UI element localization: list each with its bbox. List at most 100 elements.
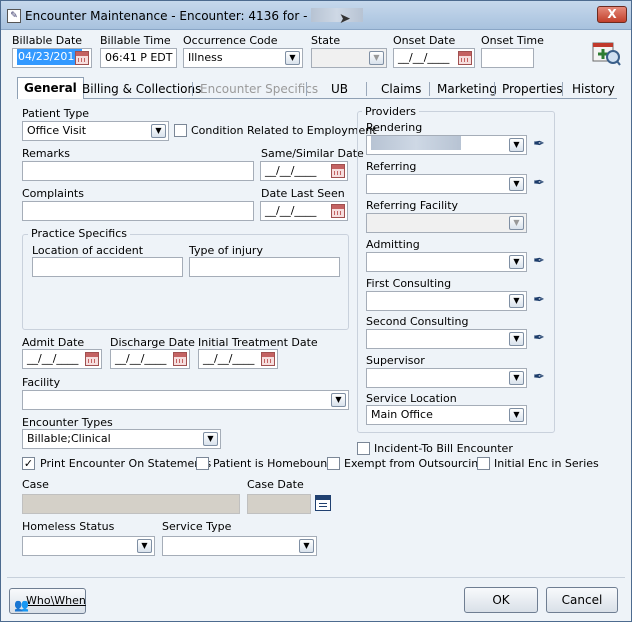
tab-encounter-specifics: Encounter Specifics [200,82,319,96]
service-location-value: Main Office [371,408,433,421]
billable-date-label: Billable Date [12,34,83,47]
practice-specifics-title: Practice Specifics [28,227,130,240]
title-bar: ✎ Encounter Maintenance - Encounter: 413… [1,1,631,30]
onset-time-input[interactable] [481,48,534,68]
print-on-statements-label: Print Encounter On Statements [40,457,212,470]
case-date-label: Case Date [247,478,304,491]
tab-general[interactable]: General [17,77,84,99]
case-date-input [247,494,311,514]
redacted-patient-name [311,8,364,22]
encounter-types-select[interactable]: Billable;Clinical ▼ [22,429,221,449]
admitting-select[interactable]: ▼ [366,252,527,272]
mouse-cursor-icon: ➤ [339,11,351,27]
onset-date-input[interactable]: __/__/____ [393,48,475,68]
discharge-date-calendar-icon[interactable] [173,352,187,366]
onset-date-value: __/__/____ [398,51,450,64]
second-consulting-label: Second Consulting [366,315,469,328]
referring-select[interactable]: ▼ [366,174,527,194]
billable-date-input[interactable]: 04/23/2012 [12,48,92,68]
print-on-statements-checkbox[interactable]: ✓ [22,457,35,470]
who-when-button[interactable]: 👥 Who\When [9,588,86,614]
supervisor-select[interactable]: ▼ [366,368,527,388]
first-consulting-label: First Consulting [366,277,452,290]
first-consulting-eyedropper-icon[interactable]: ✒ [530,291,548,309]
incident-to-checkbox[interactable] [357,442,370,455]
close-button[interactable]: X [597,6,627,23]
tab-claims[interactable]: Claims [381,79,421,99]
exempt-outsourcing-label: Exempt from Outsourcing [344,457,486,470]
remarks-input[interactable] [22,161,254,181]
same-similar-date-input[interactable]: __/__/____ [260,161,348,181]
service-location-select[interactable]: Main Office ▼ [366,405,527,425]
providers-title: Providers [362,105,420,118]
condition-employment-checkbox[interactable] [174,124,187,137]
chevron-down-icon[interactable]: ▼ [509,371,524,385]
chevron-down-icon[interactable]: ▼ [299,539,314,553]
window-title: Encounter Maintenance - Encounter: 4136 … [25,9,308,23]
first-consulting-select[interactable]: ▼ [366,291,527,311]
admitting-label: Admitting [366,238,420,251]
initial-treatment-date-input[interactable]: __/__/____ [198,349,278,369]
cancel-button[interactable]: Cancel [546,587,618,613]
chevron-down-icon[interactable]: ▼ [137,539,152,553]
onset-date-calendar-icon[interactable] [458,51,472,65]
date-last-seen-calendar-icon[interactable] [331,204,345,218]
chevron-down-icon[interactable]: ▼ [509,138,524,152]
date-last-seen-label: Date Last Seen [261,187,345,200]
referring-eyedropper-icon[interactable]: ✒ [530,174,548,192]
homeless-status-select[interactable]: ▼ [22,536,155,556]
occurrence-code-select[interactable]: Illness ▼ [183,48,303,68]
type-of-injury-input[interactable] [189,257,340,277]
admit-date-input[interactable]: __/__/____ [22,349,102,369]
date-last-seen-input[interactable]: __/__/____ [260,201,348,221]
app-icon: ✎ [7,9,21,23]
tab-properties[interactable]: Properties [502,79,563,99]
admit-date-calendar-icon[interactable] [85,352,99,366]
tab-billing-collections[interactable]: Billing & Collections [82,79,201,99]
supervisor-eyedropper-icon[interactable]: ✒ [530,368,548,386]
referring-label: Referring [366,160,417,173]
chevron-down-icon[interactable]: ▼ [509,332,524,346]
chevron-down-icon[interactable]: ▼ [285,51,300,65]
same-similar-date-calendar-icon[interactable] [331,164,345,178]
second-consulting-select[interactable]: ▼ [366,329,527,349]
chevron-down-icon[interactable]: ▼ [509,255,524,269]
discharge-date-value: __/__/____ [115,352,167,365]
discharge-date-input[interactable]: __/__/____ [110,349,190,369]
billable-date-calendar-icon[interactable] [75,51,89,65]
facility-select[interactable]: ▼ [22,390,349,410]
rendering-select[interactable]: ▼ [366,135,527,155]
billable-time-input[interactable]: 06:41 P EDT [100,48,177,68]
tab-marketing[interactable]: Marketing [437,79,497,99]
admitting-eyedropper-icon[interactable]: ✒ [530,252,548,270]
service-type-select[interactable]: ▼ [162,536,317,556]
supervisor-label: Supervisor [366,354,425,367]
redacted-rendering-provider [371,136,461,150]
tab-ub[interactable]: UB [331,79,348,99]
patient-type-value: Office Visit [27,124,87,137]
complaints-input[interactable] [22,201,254,221]
location-of-accident-input[interactable] [32,257,183,277]
tab-history[interactable]: History [572,79,615,99]
provider-lookup-icon[interactable] [589,35,621,67]
chevron-down-icon[interactable]: ▼ [509,294,524,308]
case-label: Case [22,478,49,491]
patient-type-select[interactable]: Office Visit ▼ [22,121,169,141]
case-date-picker-icon[interactable] [315,495,331,511]
rendering-eyedropper-icon[interactable]: ✒ [530,135,548,153]
chevron-down-icon[interactable]: ▼ [203,432,218,446]
chevron-down-icon[interactable]: ▼ [151,124,166,138]
ok-button[interactable]: OK [464,587,538,613]
initial-enc-checkbox[interactable] [477,457,490,470]
case-input [22,494,240,514]
initial-treatment-date-calendar-icon[interactable] [261,352,275,366]
chevron-down-icon[interactable]: ▼ [509,177,524,191]
homebound-checkbox[interactable] [196,457,209,470]
exempt-outsourcing-checkbox[interactable] [327,457,340,470]
chevron-down-icon: ▼ [509,216,524,230]
chevron-down-icon[interactable]: ▼ [509,408,524,422]
chevron-down-icon[interactable]: ▼ [331,393,346,407]
second-consulting-eyedropper-icon[interactable]: ✒ [530,329,548,347]
initial-treatment-date-value: __/__/____ [203,352,255,365]
billable-date-value: 04/23/2012 [17,49,83,65]
